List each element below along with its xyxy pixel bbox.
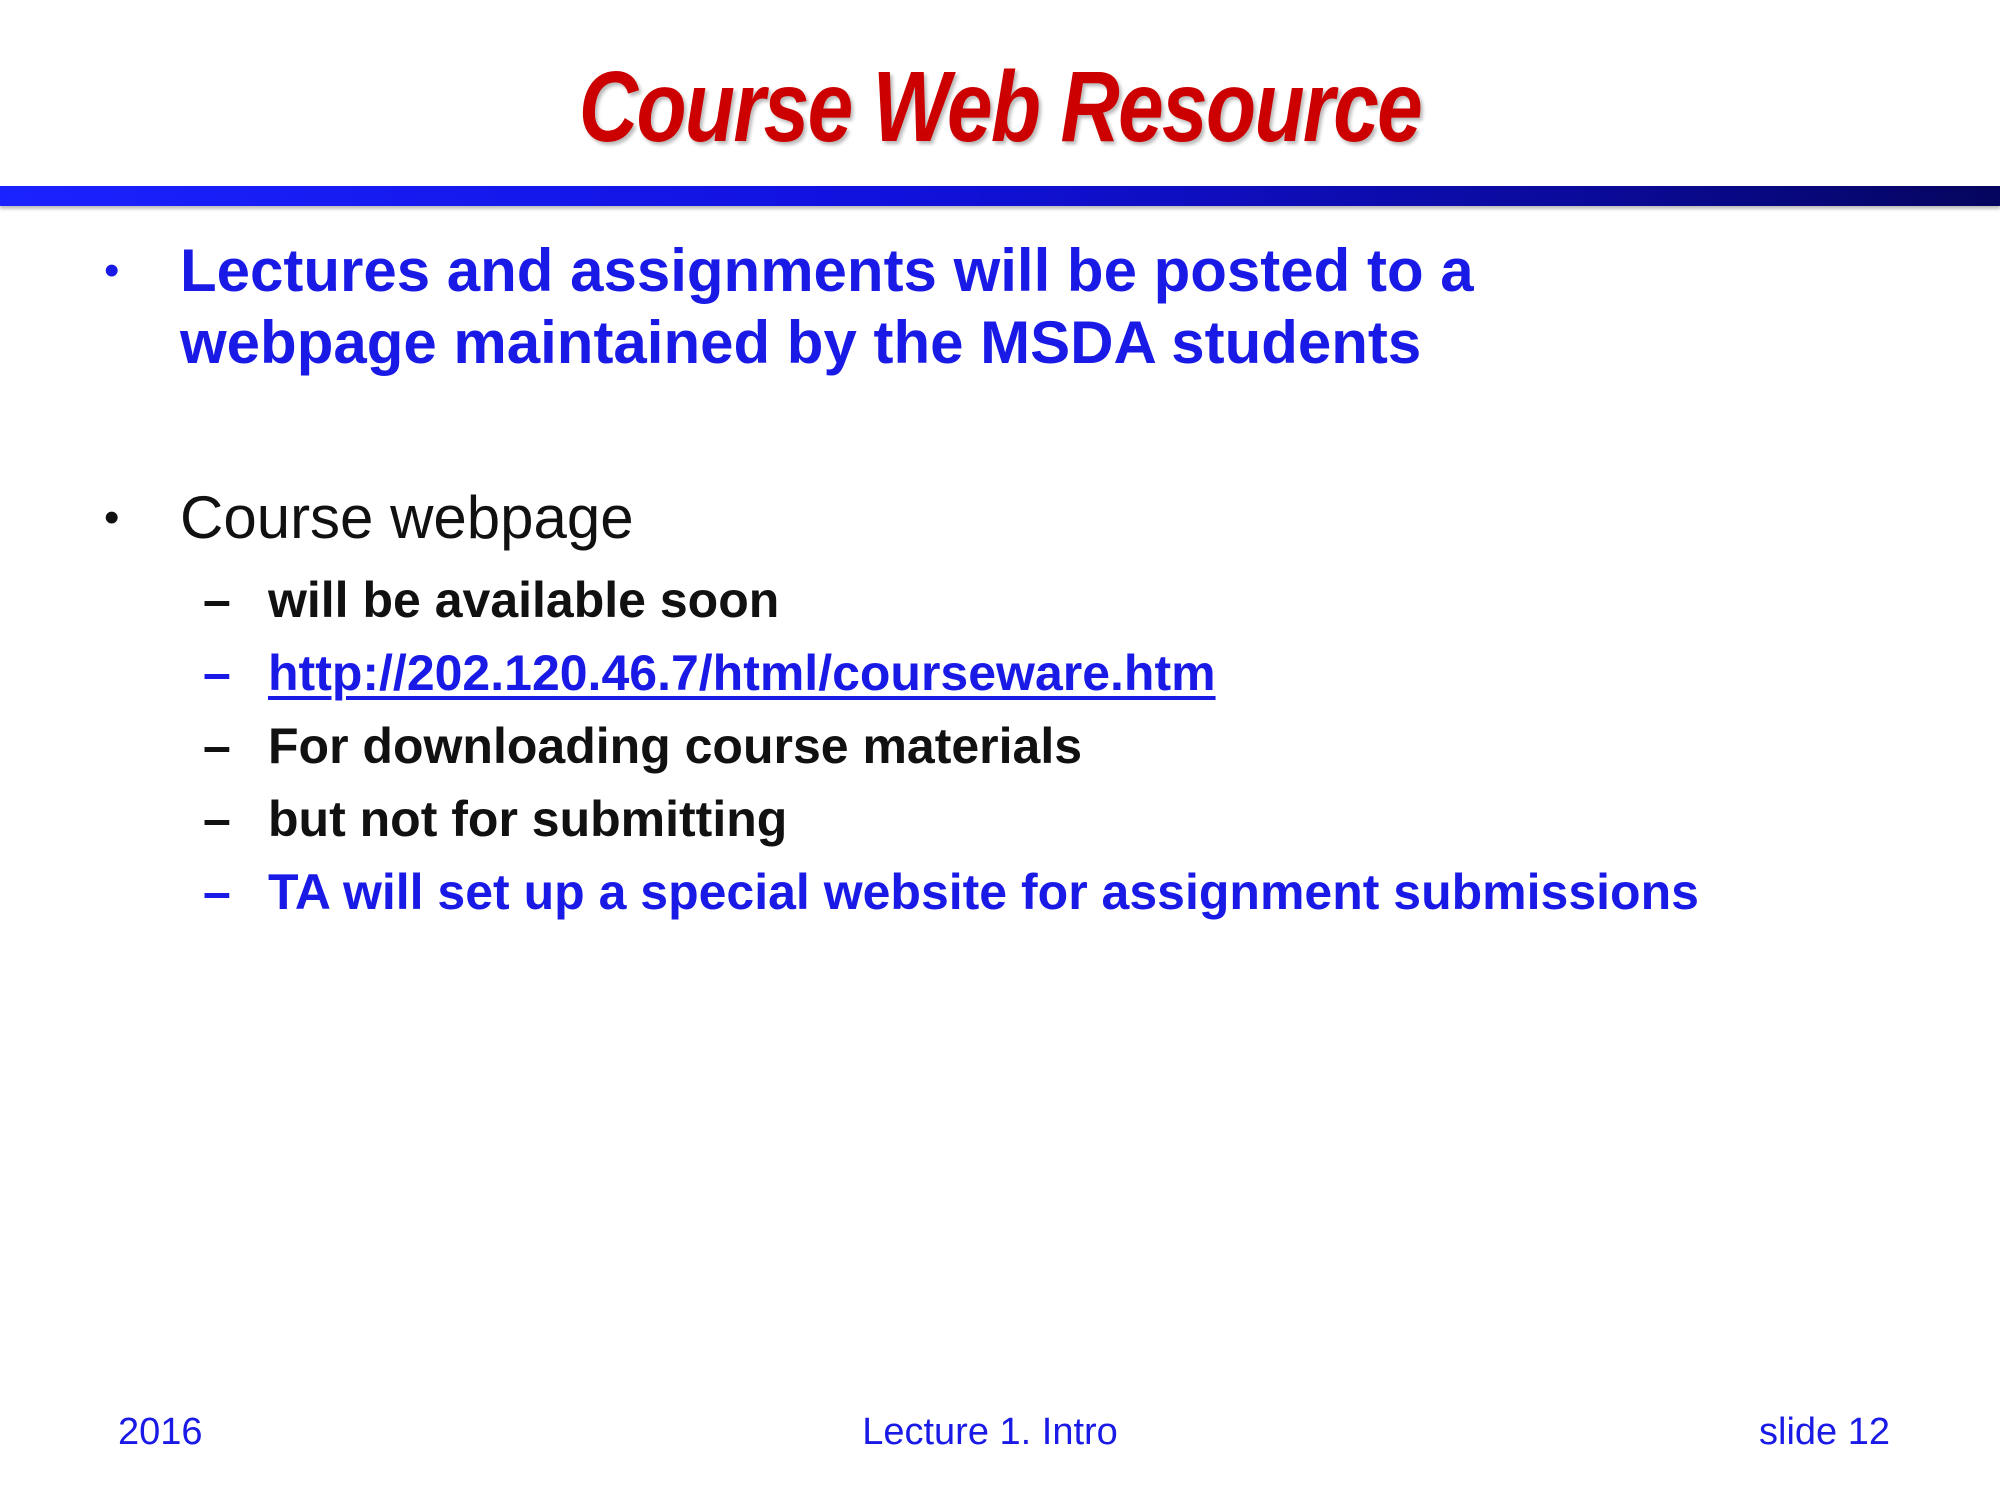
sub-item-downloading: For downloading course materials [268, 718, 1083, 774]
slide: Course Web Resource • Lectures and assig… [0, 0, 2000, 1500]
footer-lecture: Lecture 1. Intro [862, 1411, 1118, 1453]
bullet-text-line-2: webpage maintained by the MSDA students [180, 309, 1422, 376]
sub-item-ta-website: TA will set up a special website for ass… [268, 864, 1699, 920]
sub-item-not-submitting: but not for submitting [268, 791, 788, 847]
footer-slide-number: slide 12 [1759, 1411, 1890, 1453]
bullet-marker: • [104, 493, 120, 542]
slide-title: Course Web Resource [578, 51, 1423, 163]
sub-item-availability: will be available soon [268, 572, 780, 628]
bullet-text-line-1: Lectures and assignments will be posted … [180, 237, 1474, 304]
sub-bullet-marker: – [203, 718, 231, 774]
sub-bullet-marker: – [203, 864, 231, 920]
sub-bullet-marker: – [203, 645, 231, 701]
sub-bullet-marker: – [203, 572, 231, 628]
courseware-link[interactable]: http://202.120.46.7/html/courseware.htm [268, 643, 1216, 703]
sub-bullet-marker: – [203, 791, 231, 847]
title-divider [0, 186, 2000, 206]
bullet-marker: • [104, 246, 120, 295]
bullet-text-course-webpage: Course webpage [180, 484, 634, 551]
